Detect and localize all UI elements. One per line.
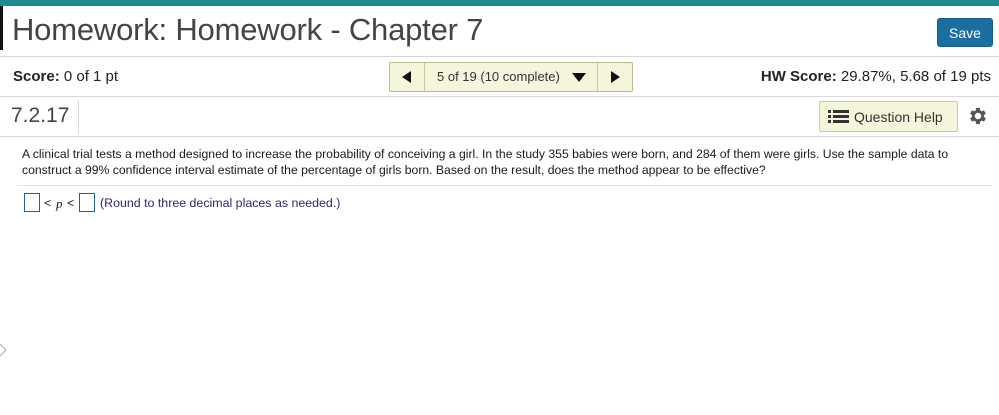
- score-divider: [0, 96, 999, 97]
- question-help-button[interactable]: Question Help: [819, 101, 958, 132]
- less-than-symbol: <: [67, 196, 75, 210]
- score-value: 0 of 1 pt: [63, 68, 119, 85]
- left-edge-bar: [0, 6, 3, 50]
- question-header-divider: [0, 136, 999, 137]
- top-accent-bar: [0, 0, 999, 6]
- page-title: Homework: Homework - Chapter 7: [12, 12, 484, 47]
- question-position: 5 of 19 (10 complete): [437, 69, 560, 84]
- hw-score-label: HW Score:: [760, 68, 837, 85]
- hw-score: HW Score: 29.87%, 5.68 of 19 pts: [761, 68, 991, 85]
- upper-bound-input[interactable]: [79, 193, 95, 212]
- score: Score: 0 of 1 pt: [13, 68, 118, 85]
- lower-bound-input[interactable]: [24, 193, 40, 212]
- header-divider: [0, 56, 999, 57]
- score-label: Score:: [13, 68, 60, 85]
- question-select-dropdown[interactable]: 5 of 19 (10 complete): [425, 63, 597, 91]
- less-than-symbol: <: [44, 196, 52, 210]
- gear-icon[interactable]: [967, 105, 989, 127]
- next-question-button[interactable]: [597, 63, 632, 91]
- list-icon: [828, 110, 849, 124]
- problem-divider: [17, 185, 992, 186]
- triangle-left-icon: [402, 71, 411, 83]
- question-number-divider: [78, 100, 79, 134]
- question-number: 7.2.17: [11, 104, 70, 127]
- triangle-down-icon: [572, 73, 586, 82]
- question-navigator: 5 of 19 (10 complete): [389, 62, 633, 92]
- triangle-right-icon: [611, 71, 620, 83]
- rounding-hint: (Round to three decimal places as needed…: [100, 196, 341, 210]
- problem-text: A clinical trial tests a method designed…: [22, 147, 949, 177]
- save-button[interactable]: Save: [937, 18, 993, 47]
- hw-score-value: 29.87%, 5.68 of 19 pts: [840, 68, 991, 85]
- question-help-label: Question Help: [854, 109, 943, 125]
- chevron-right-icon[interactable]: [0, 344, 6, 356]
- previous-question-button[interactable]: [390, 63, 425, 91]
- variable-p: p: [56, 196, 63, 211]
